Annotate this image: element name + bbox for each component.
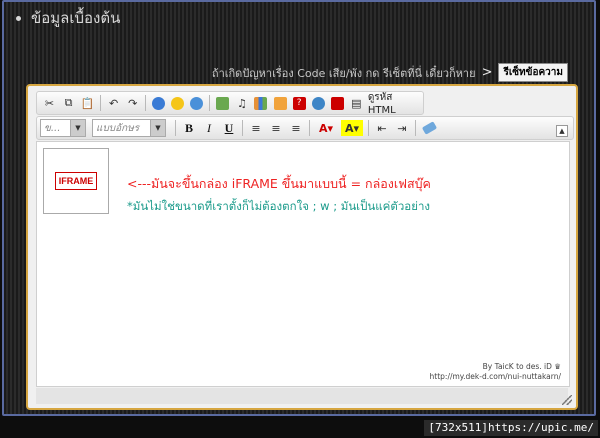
redo-icon[interactable]: ↷	[125, 95, 140, 111]
reset-text-button[interactable]: รีเซ็ทข้อความ	[498, 63, 568, 82]
highlight-color-icon[interactable]: A▾	[341, 120, 363, 136]
iframe-placeholder: IFRAME	[43, 148, 109, 214]
editor-content[interactable]: IFRAME <---มันจะขึ้นกล่อง iFRAME ขึ้นมาแ…	[36, 141, 570, 387]
toolbar-divider	[368, 120, 369, 136]
credit-url: http://my.dek-d.com/nui-nuttakarn/	[429, 372, 561, 381]
cut-icon[interactable]: ✂	[42, 95, 57, 111]
mascot-icon[interactable]	[151, 95, 166, 111]
view-source-button[interactable]: ดูรหัส HTML	[368, 90, 420, 116]
editor-toolbar-format: ข... ▼ แบบอักษร ▼ B I U ≡ ≡ ≡ A▾ A▾ ⇤ ⇥	[36, 116, 574, 140]
copy-icon[interactable]: ⧉	[61, 95, 76, 111]
font-family-select-label: แบบอักษร	[96, 122, 140, 134]
toolbar-divider	[175, 120, 176, 136]
content-message-red: <---มันจะขึ้นกล่อง iFRAME ขึ้นมาแบบนี้ =…	[127, 176, 431, 191]
toolbar-divider	[100, 95, 102, 111]
arrow-icon: >	[481, 65, 493, 80]
font-family-select[interactable]: แบบอักษร ▼	[92, 119, 166, 137]
text-color-icon[interactable]: A▾	[315, 120, 337, 136]
editor-toolbar-top: ✂ ⧉ 📋 ↶ ↷ ♫ ? ▤ ดูรหัส HTML	[36, 90, 424, 116]
font-size-select-label: ข...	[44, 122, 61, 134]
indent-icon[interactable]: ⇥	[394, 120, 410, 136]
watermark: [732x511]https://upic.me/	[424, 420, 598, 436]
help-line: ถ้าเกิดปัญหาเรื่อง Code เสีย/พัง กด รีเซ…	[212, 63, 568, 82]
music-icon[interactable]: ♫	[234, 95, 249, 111]
section-heading-text: ข้อมูลเบื้องต้น	[31, 9, 121, 27]
toolbar-divider	[209, 95, 211, 111]
align-center-icon[interactable]: ≡	[268, 120, 284, 136]
font-size-select[interactable]: ข... ▼	[40, 119, 86, 137]
iframe-label: IFRAME	[54, 172, 98, 190]
italic-button[interactable]: I	[201, 120, 217, 136]
section-heading: ข้อมูลเบื้องต้น	[16, 6, 120, 30]
content-message-teal: *มันไม่ใช่ขนาดที่เราตั้งก็ไม่ต้องตกใจ ; …	[127, 199, 431, 213]
smiley-icon[interactable]	[170, 95, 185, 111]
speech-bubble-icon[interactable]	[311, 95, 326, 111]
help-text: ถ้าเกิดปัญหาเรื่อง Code เสีย/พัง กด รีเซ…	[211, 66, 476, 80]
outdent-icon[interactable]: ⇤	[374, 120, 390, 136]
eraser-icon[interactable]	[421, 120, 437, 136]
credit-line: By TaicK to des. iD ♛	[482, 362, 561, 371]
toolbar-divider	[309, 120, 310, 136]
undo-icon[interactable]: ↶	[106, 95, 121, 111]
page-frame: ข้อมูลเบื้องต้น ถ้าเกิดปัญหาเรื่อง Code …	[2, 0, 596, 416]
toolbar-divider	[145, 95, 147, 111]
globe-icon[interactable]	[189, 95, 204, 111]
image-icon[interactable]	[215, 95, 230, 111]
chevron-down-icon: ▼	[150, 120, 165, 136]
credit-block: By TaicK to des. iD ♛ http://my.dek-d.co…	[430, 362, 561, 382]
underline-button[interactable]: U	[221, 120, 237, 136]
help-icon[interactable]: ?	[292, 95, 307, 111]
paste-icon[interactable]: 📋	[80, 95, 95, 111]
editor-status-bar	[36, 388, 568, 404]
resize-handle-icon[interactable]	[562, 395, 572, 405]
collapse-toolbar-icon[interactable]: ▲	[556, 125, 568, 137]
chevron-down-icon: ▼	[70, 120, 85, 136]
align-left-icon[interactable]: ≡	[248, 120, 264, 136]
bar-chart-icon[interactable]	[253, 95, 268, 111]
rich-text-editor: ✂ ⧉ 📋 ↶ ↷ ♫ ? ▤ ดูรหัส HTML ข... ▼ แบบอัก…	[26, 84, 578, 410]
toolbar-divider	[242, 120, 243, 136]
bold-button[interactable]: B	[181, 120, 197, 136]
document-icon[interactable]: ▤	[349, 95, 364, 111]
align-right-icon[interactable]: ≡	[288, 120, 304, 136]
toolbar-divider	[415, 120, 416, 136]
bullet-icon	[16, 16, 21, 21]
checkbox-icon[interactable]	[273, 95, 288, 111]
youtube-icon[interactable]	[330, 95, 345, 111]
